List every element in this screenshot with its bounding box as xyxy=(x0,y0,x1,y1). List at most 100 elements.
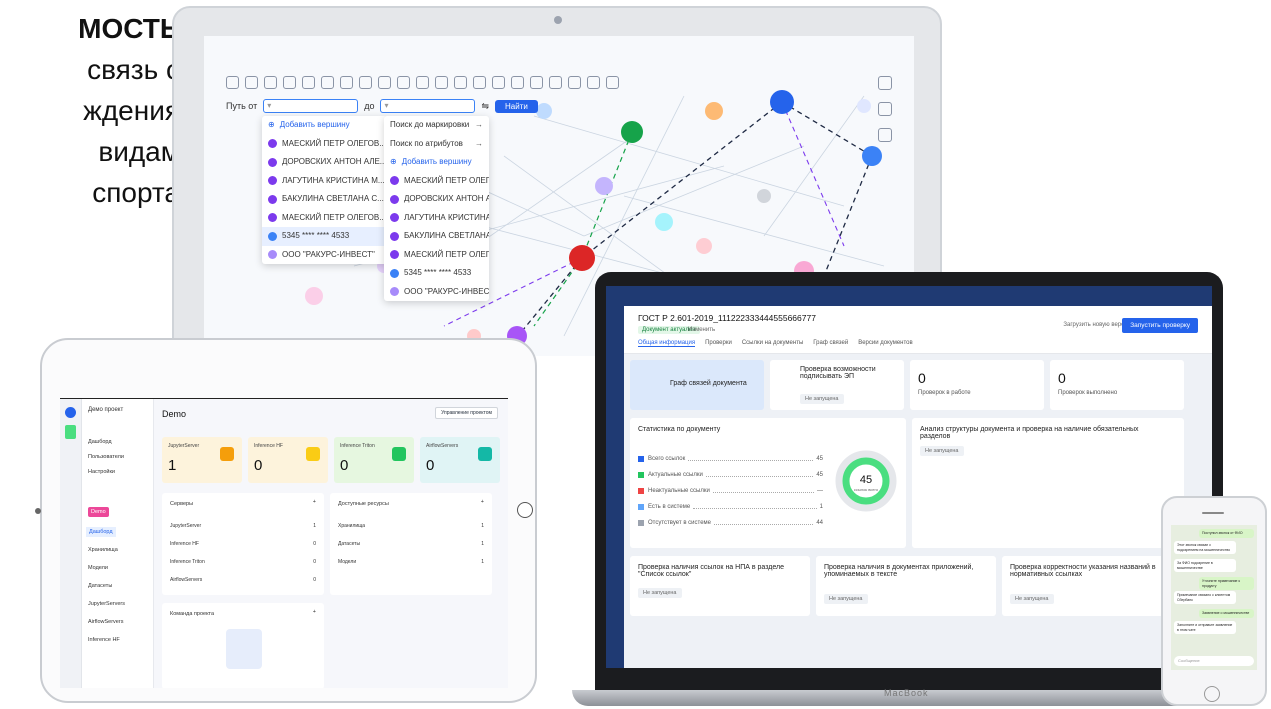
users-icon[interactable] xyxy=(878,102,892,116)
nav-jupyter[interactable]: JupyterServers xyxy=(88,601,125,607)
find-button[interactable]: Найти xyxy=(495,99,538,113)
to-option[interactable]: ЛАГУТИНА КРИСТИНА М... xyxy=(384,209,489,228)
server-row[interactable]: AirflowServers 0 xyxy=(170,577,316,583)
chat-input[interactable]: Сообщение xyxy=(1174,656,1254,666)
team-title: Команда проекта xyxy=(170,611,215,617)
chat-message: Заполните и отправьте заявление в этом ч… xyxy=(1174,621,1236,634)
kpi-airflow[interactable]: AirflowServers 0 xyxy=(420,437,500,483)
from-option[interactable]: ДОРОВСКИХ АНТОН АЛЕ... xyxy=(262,153,387,172)
path-to-select[interactable]: ▾ xyxy=(380,99,476,113)
tab-versions[interactable]: Версии документов xyxy=(858,340,913,347)
appendix-check-title: Проверка наличия в документах приложений… xyxy=(824,564,974,578)
tune-icon[interactable] xyxy=(878,76,892,90)
tab-graph[interactable]: Граф связей xyxy=(813,340,848,347)
add-resource-icon[interactable]: + xyxy=(481,499,484,505)
nav-datasets[interactable]: Датасеты xyxy=(88,583,112,589)
project-icon[interactable] xyxy=(65,425,76,439)
to-add-vertex[interactable]: ⊕ Добавить вершину xyxy=(384,153,489,172)
nav-users[interactable]: Пользователи xyxy=(88,454,124,460)
fit-icon[interactable] xyxy=(226,76,239,89)
nav-inference[interactable]: Inference HF xyxy=(88,637,120,643)
app-sidebar xyxy=(606,306,624,668)
table-icon[interactable] xyxy=(416,76,429,89)
structure-status: Не запущена xyxy=(920,446,964,456)
scatter-icon[interactable] xyxy=(359,76,372,89)
ml-platform-screen: Демо проект Дашборд Пользователи Настрой… xyxy=(60,398,508,688)
route-icon[interactable] xyxy=(587,76,600,89)
graph-toolbar xyxy=(226,76,619,89)
nav-demo[interactable]: Demo xyxy=(88,507,109,517)
document-title: ГОСТ Р 2.601-2019_111222333444555666777 xyxy=(638,313,816,323)
from-option[interactable]: ЛАГУТИНА КРИСТИНА М... xyxy=(262,172,387,191)
resource-row[interactable]: Датасеты 1 xyxy=(338,541,484,547)
eye-icon[interactable] xyxy=(473,76,486,89)
refresh-icon[interactable] xyxy=(302,76,315,89)
add-server-icon[interactable]: + xyxy=(313,499,316,505)
from-option[interactable]: ООО "РАКУРС-ИНВЕСТ" xyxy=(262,246,387,265)
from-option[interactable]: МАЕСКИЙ ПЕТР ОЛЕГОВ... xyxy=(262,209,387,228)
calendar-icon[interactable] xyxy=(606,76,619,89)
kpi-triton[interactable]: Inference Triton 0 xyxy=(334,437,414,483)
laptop-frame: ГОСТ Р 2.601-2019_111222333444555666777 … xyxy=(595,272,1223,704)
to-option[interactable]: МАЕСКИЙ ПЕТР ОЛЕГОВ... xyxy=(384,172,489,191)
search-by-attributes[interactable]: Поиск по атрибутов → xyxy=(384,135,489,154)
nav-airflow[interactable]: AirflowServers xyxy=(88,619,123,625)
frame-icon[interactable] xyxy=(435,76,448,89)
from-option[interactable]: БАКУЛИНА СВЕТЛАНА С... xyxy=(262,190,387,209)
cluster-icon[interactable] xyxy=(511,76,524,89)
from-add-vertex[interactable]: ⊕ Добавить вершину xyxy=(262,116,387,135)
graph-card[interactable]: Граф связей документа xyxy=(630,360,764,410)
to-option[interactable]: ООО "РАКУРС-ИНВЕСТ" xyxy=(384,283,489,302)
server-row[interactable]: Inference HF 0 xyxy=(170,541,316,547)
from-option-selected[interactable]: 5345 **** **** 4533 xyxy=(262,227,387,246)
zoom-icon[interactable] xyxy=(245,76,258,89)
to-option[interactable]: ДОРОВСКИХ АНТОН АЛЕ... xyxy=(384,190,489,209)
tab-general[interactable]: Общая информация xyxy=(638,340,696,347)
tablet-nav: Демо проект Дашборд Пользователи Настрой… xyxy=(82,399,154,688)
filter-settings-icon[interactable]: ⇋ xyxy=(481,101,489,112)
manage-project-button[interactable]: Управление проектом xyxy=(435,407,498,419)
nav-settings[interactable]: Настройки xyxy=(88,469,115,475)
to-option[interactable]: 5345 **** **** 4533 xyxy=(384,264,489,283)
kpi-jupyter[interactable]: JupyterServer 1 xyxy=(162,437,242,483)
layout-icon[interactable] xyxy=(340,76,353,89)
target-icon[interactable] xyxy=(530,76,543,89)
nav-storage[interactable]: Хранилища xyxy=(88,547,118,553)
edit-link[interactable]: Изменить xyxy=(688,327,715,333)
jupyter-icon xyxy=(220,447,234,461)
pointer-icon[interactable] xyxy=(321,76,334,89)
undo-icon[interactable] xyxy=(264,76,277,89)
search-by-marking[interactable]: Поиск до маркировки → xyxy=(384,116,489,135)
person-icon xyxy=(390,176,399,186)
grid-icon[interactable] xyxy=(397,76,410,89)
kpi-inference-hf[interactable]: Inference HF 0 xyxy=(248,437,328,483)
to-option[interactable]: МАЕСКИЙ ПЕТР ОЛЕГОВ... xyxy=(384,246,489,265)
settings-icon[interactable] xyxy=(492,76,505,89)
resource-row[interactable]: Модели 1 xyxy=(338,559,484,565)
filter-icon[interactable] xyxy=(454,76,467,89)
resource-row[interactable]: Хранилища 1 xyxy=(338,523,484,529)
structure-title: Анализ структуры документа и проверка на… xyxy=(920,426,1139,440)
nav-demo-dashboard[interactable]: Дашборд xyxy=(86,527,116,537)
to-option[interactable]: БАКУЛИНА СВЕТЛАНА С... xyxy=(384,227,489,246)
nav-models[interactable]: Модели xyxy=(88,565,108,571)
nav-dashboard[interactable]: Дашборд xyxy=(88,439,112,445)
server-row[interactable]: Inference Triton 0 xyxy=(170,559,316,565)
from-option[interactable]: МАЕСКИЙ ПЕТР ОЛЕГОВ... xyxy=(262,135,387,154)
hf-icon xyxy=(306,447,320,461)
server-row[interactable]: JupyterServer 1 xyxy=(170,523,316,529)
add-member-icon[interactable]: + xyxy=(313,609,316,615)
path-icon[interactable] xyxy=(378,76,391,89)
wand-icon[interactable] xyxy=(549,76,562,89)
add-circle-icon: ⊕ xyxy=(390,157,397,166)
tab-checks[interactable]: Проверки xyxy=(705,340,732,347)
expand-icon[interactable] xyxy=(878,128,892,142)
arrow-right-icon: → xyxy=(475,138,483,148)
tab-links[interactable]: Ссылки на документы xyxy=(742,340,803,347)
add-circle-icon: ⊕ xyxy=(268,120,275,129)
path-from-select[interactable]: ▾ xyxy=(263,99,359,113)
tree-icon[interactable] xyxy=(568,76,581,89)
chat-screen: Поступил звонок от ФИО Этот звонок связа… xyxy=(1171,525,1257,670)
run-check-button[interactable]: Запустить проверку xyxy=(1122,318,1198,333)
redo-icon[interactable] xyxy=(283,76,296,89)
